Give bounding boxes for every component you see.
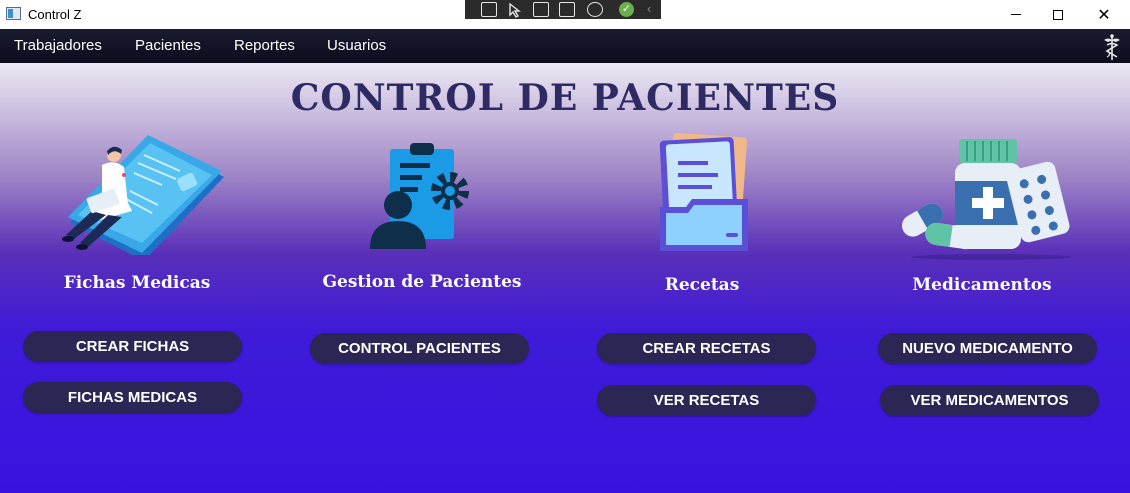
app-icon — [6, 7, 21, 20]
close-button[interactable]: ✕ — [1081, 0, 1127, 29]
select-element-icon[interactable] — [481, 2, 497, 17]
crear-recetas-button[interactable]: CREAR RECETAS — [597, 333, 816, 364]
patient-clipboard-gear-icon — [370, 143, 469, 249]
layout-bounds-icon[interactable] — [533, 2, 549, 17]
check-ok-icon[interactable]: ✓ — [619, 2, 634, 17]
menu-pacientes[interactable]: Pacientes — [135, 37, 201, 54]
collapse-chevron-icon[interactable]: ‹ — [647, 1, 651, 16]
page-title: CONTROL DE PACIENTES — [290, 77, 840, 119]
menu-bar: Trabajadores Pacientes Reportes Usuarios — [0, 29, 1130, 63]
section-title-gestion: Gestion de Pacientes — [322, 272, 522, 292]
window-title: Control Z — [28, 7, 82, 22]
hot-reload-icon[interactable] — [587, 2, 603, 17]
main-panel: CONTROL DE PACIENTES Fichas Medicas CREA… — [0, 63, 1130, 493]
menu-reportes[interactable]: Reportes — [234, 37, 295, 54]
fichas-medicas-button[interactable]: FICHAS MEDICAS — [23, 382, 242, 413]
doctor-laptop-card-illustration — [62, 135, 224, 255]
ver-recetas-button[interactable]: VER RECETAS — [597, 385, 816, 416]
minimize-button[interactable] — [993, 0, 1039, 29]
pointer-icon[interactable] — [507, 2, 523, 18]
control-pacientes-button[interactable]: CONTROL PACIENTES — [310, 333, 529, 364]
nuevo-medicamento-button[interactable]: NUEVO MEDICAMENTO — [878, 333, 1097, 364]
maximize-button[interactable] — [1035, 0, 1081, 29]
caduceus-logo-icon — [1104, 34, 1120, 60]
crear-fichas-button[interactable]: CREAR FICHAS — [23, 331, 242, 362]
menu-usuarios[interactable]: Usuarios — [327, 37, 386, 54]
section-title-medicamentos: Medicamentos — [912, 275, 1052, 295]
medicine-bottle-pills-icon — [901, 139, 1071, 260]
ver-medicamentos-button[interactable]: VER MEDICAMENTOS — [880, 385, 1099, 416]
section-title-recetas: Recetas — [664, 275, 740, 295]
folder-documents-icon — [659, 133, 748, 251]
track-focus-icon[interactable] — [559, 2, 575, 17]
window-titlebar: Control Z ✓ ‹ ✕ — [0, 0, 1130, 29]
section-title-fichas: Fichas Medicas — [63, 273, 211, 293]
menu-trabajadores[interactable]: Trabajadores — [14, 37, 102, 54]
debug-toolbar: ✓ ‹ — [465, 0, 661, 19]
